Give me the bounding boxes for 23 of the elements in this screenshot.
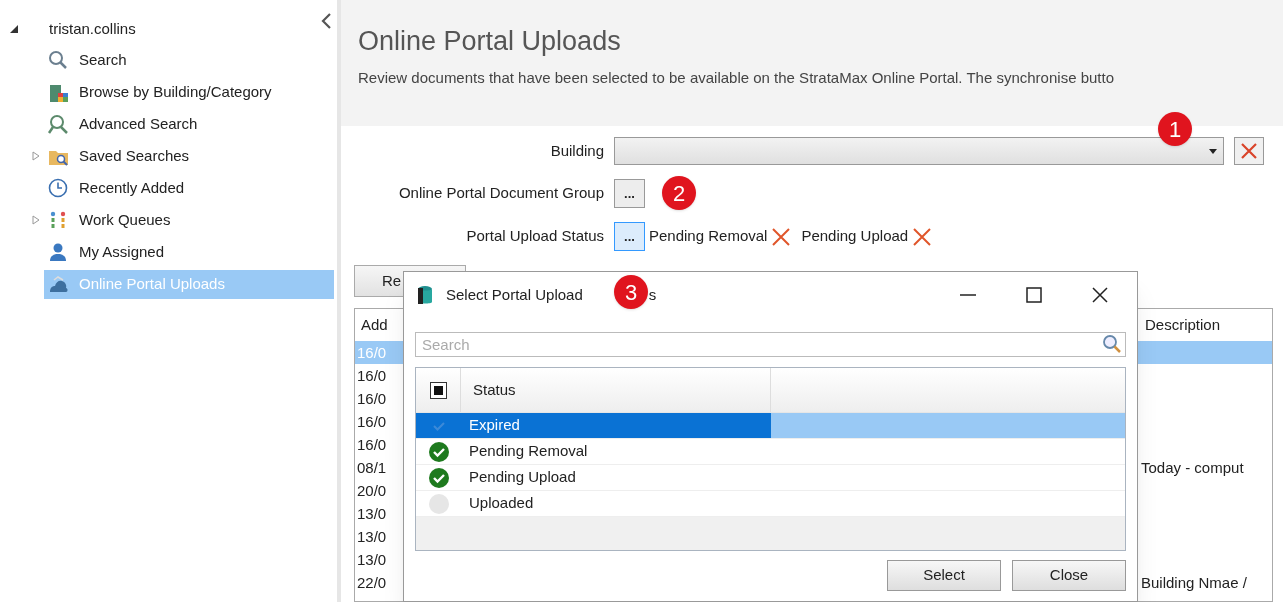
table-cell: 20/0 — [357, 482, 387, 499]
table-cell: 16/0 — [357, 367, 387, 384]
table-cell: 16/0 — [357, 413, 387, 430]
table-cell: Today - comput — [1141, 459, 1244, 476]
page-title: Online Portal Uploads — [358, 25, 621, 58]
table-cell: 08/1 — [357, 459, 387, 476]
page-description: Review documents that have been selected to be available on the StrataMax Online Portal. The synchronise butto — [358, 68, 1114, 88]
step-badge: 2 — [662, 176, 696, 210]
table-cell: 16/0 — [357, 390, 387, 407]
dialog-title: Select Portal Upload — [446, 284, 583, 305]
field-label: Online Portal Document Group — [398, 183, 604, 204]
table-cell: 22/0 — [357, 574, 387, 591]
filter-chip-label: Pending Removal — [649, 226, 768, 247]
dialog-title: s — [648, 284, 657, 305]
table-cell: 16/0 — [357, 436, 387, 453]
table-cell: 13/0 — [357, 505, 387, 522]
table-cell: Building Nmae / — [1141, 574, 1247, 591]
field-label: Portal Upload Status — [466, 226, 604, 247]
table-cell: 13/0 — [357, 528, 387, 545]
table-cell: 16/0 — [357, 344, 387, 361]
filter-chip-label: Pending Upload — [801, 226, 909, 247]
field-label: Building — [550, 140, 604, 161]
table-cell: 13/0 — [357, 551, 387, 568]
